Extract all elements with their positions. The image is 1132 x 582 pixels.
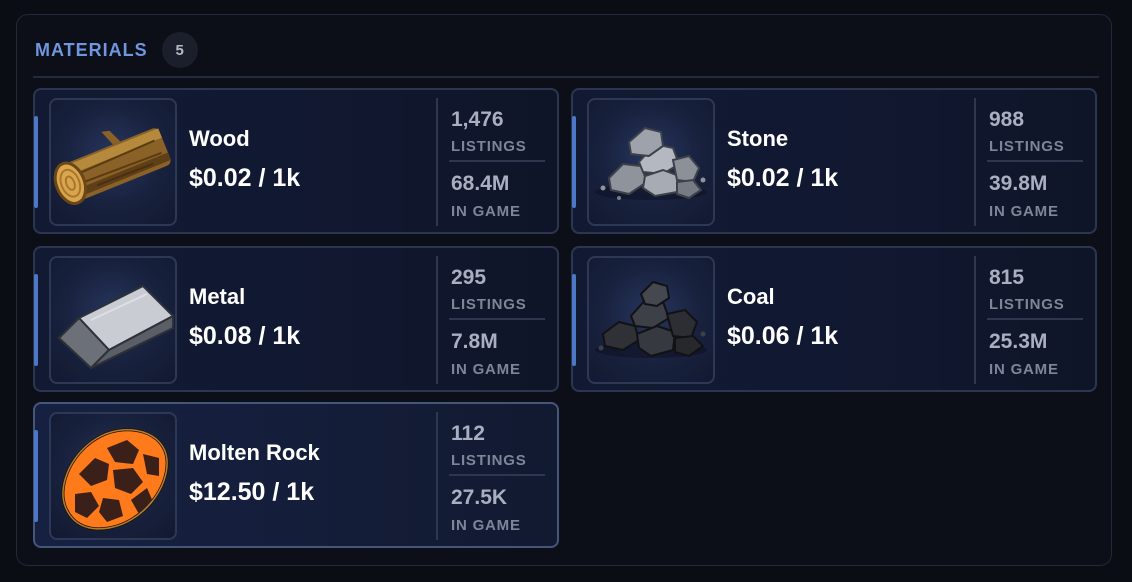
- stat-divider: [987, 160, 1083, 162]
- listings-label: LISTINGS: [989, 296, 1065, 313]
- in-game-label: IN GAME: [989, 361, 1059, 378]
- molten-rock-icon: [49, 412, 177, 540]
- listings-label: LISTINGS: [451, 138, 527, 155]
- material-price: $0.08 / 1k: [189, 322, 301, 350]
- stats-separator: [974, 256, 976, 384]
- in-game-label: IN GAME: [989, 203, 1059, 220]
- coal-pile-icon: [587, 256, 715, 384]
- stat-divider: [449, 318, 545, 320]
- material-name: Coal: [727, 284, 775, 309]
- material-name: Stone: [727, 126, 789, 151]
- stat-divider: [987, 318, 1083, 320]
- in-game-count: 68.4M: [451, 172, 510, 195]
- in-game-count: 27.5K: [451, 486, 508, 509]
- materials-header: MATERIALS 5: [35, 32, 198, 68]
- material-price: $0.02 / 1k: [189, 164, 301, 192]
- listings-count: 815: [989, 266, 1025, 289]
- material-price: $12.50 / 1k: [189, 478, 315, 506]
- listings-count: 988: [989, 108, 1025, 131]
- in-game-label: IN GAME: [451, 517, 521, 534]
- materials-panel: MATERIALS 5 Wood $0.02 / 1k 1,476 LISTIN…: [16, 14, 1112, 566]
- material-name: Wood: [189, 126, 250, 151]
- material-name: Metal: [189, 284, 246, 309]
- listings-label: LISTINGS: [989, 138, 1065, 155]
- stone-pile-icon: [587, 98, 715, 226]
- card-accent-bar: [34, 116, 38, 208]
- stats-separator: [436, 412, 438, 540]
- listings-label: LISTINGS: [451, 296, 527, 313]
- material-card-coal[interactable]: Coal $0.06 / 1k 815 LISTINGS 25.3M IN GA…: [571, 246, 1097, 392]
- header-divider: [33, 76, 1099, 78]
- in-game-count: 25.3M: [989, 330, 1048, 353]
- section-title: MATERIALS: [35, 39, 148, 60]
- listings-count: 112: [451, 422, 485, 445]
- in-game-count: 39.8M: [989, 172, 1048, 195]
- metal-ingot-icon: [49, 256, 177, 384]
- card-accent-bar: [34, 274, 38, 366]
- material-card-stone[interactable]: Stone $0.02 / 1k 988 LISTINGS 39.8M IN G…: [571, 88, 1097, 234]
- material-price: $0.06 / 1k: [727, 322, 839, 350]
- listings-label: LISTINGS: [451, 452, 527, 469]
- stats-separator: [974, 98, 976, 226]
- count-badge: 5: [161, 32, 198, 68]
- material-name: Molten Rock: [189, 440, 320, 465]
- listings-count: 1,476: [451, 108, 504, 131]
- listings-count: 295: [451, 266, 487, 289]
- stats-separator: [436, 256, 438, 384]
- in-game-label: IN GAME: [451, 203, 521, 220]
- card-accent-bar: [572, 116, 576, 208]
- wood-log-icon: [49, 98, 177, 226]
- stat-divider: [449, 474, 545, 476]
- material-card-metal[interactable]: Metal $0.08 / 1k 295 LISTINGS 7.8M IN GA…: [33, 246, 559, 392]
- material-price: $0.02 / 1k: [727, 164, 839, 192]
- material-card-wood[interactable]: Wood $0.02 / 1k 1,476 LISTINGS 68.4M IN …: [33, 88, 559, 234]
- in-game-count: 7.8M: [451, 330, 498, 353]
- stat-divider: [449, 160, 545, 162]
- material-card-molten-rock[interactable]: Molten Rock $12.50 / 1k 112 LISTINGS 27.…: [33, 402, 559, 548]
- card-accent-bar: [572, 274, 576, 366]
- card-accent-bar: [34, 430, 38, 522]
- in-game-label: IN GAME: [451, 361, 521, 378]
- stats-separator: [436, 98, 438, 226]
